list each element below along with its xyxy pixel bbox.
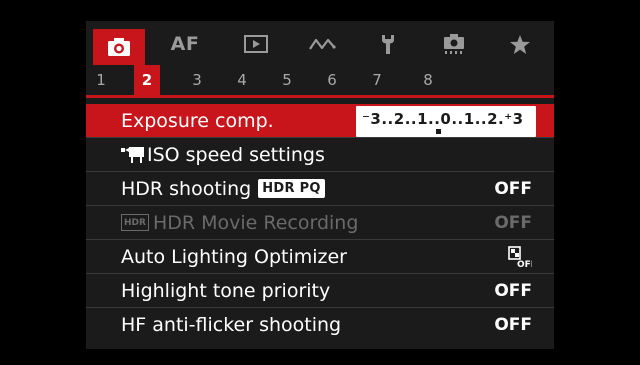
- highlight-tone-value: OFF: [494, 280, 532, 301]
- tab-divider: [86, 95, 554, 98]
- alo-off-text: OFF: [517, 260, 532, 268]
- tab-custom-functions[interactable]: [428, 27, 480, 61]
- hdr-movie-label-group: HDR HDR Movie Recording: [121, 212, 358, 234]
- tab-af-label: AF: [170, 33, 200, 55]
- page-tab-3[interactable]: 3: [184, 65, 210, 95]
- highlight-tone-label: Highlight tone priority: [121, 279, 331, 302]
- wrench-icon: [382, 35, 394, 54]
- page-tab-6[interactable]: 6: [319, 65, 345, 95]
- page-tabs: 1 2 3 4 5 6 7 8: [86, 65, 554, 95]
- menu-item-auto-lighting-optimizer[interactable]: Auto Lighting Optimizer OFF: [86, 240, 554, 273]
- row-separator: [86, 239, 554, 240]
- hf-anti-flicker-value: OFF: [494, 314, 532, 335]
- exposure-level-marker: [436, 129, 441, 134]
- row-separator: [86, 171, 554, 172]
- page-tab-8[interactable]: 8: [415, 65, 441, 95]
- page-tab-1[interactable]: 1: [88, 65, 114, 95]
- page-tab-5[interactable]: 5: [274, 65, 300, 95]
- hdr-shooting-value: OFF: [494, 178, 532, 199]
- tab-shooting[interactable]: [93, 29, 145, 65]
- page-tab-2[interactable]: 2: [134, 65, 160, 95]
- tab-setup[interactable]: [362, 27, 414, 61]
- hdr-movie-label: HDR Movie Recording: [152, 211, 359, 234]
- camera-icon: [108, 38, 130, 56]
- tab-wireless[interactable]: [296, 27, 348, 61]
- menu-tabs: AF: [86, 21, 554, 65]
- hdr-pq-badge: HDR PQ: [258, 179, 325, 198]
- exposure-scale-text: ⁻3..2..1..0..1..2.⁺3: [362, 110, 524, 128]
- alo-label: Auto Lighting Optimizer: [121, 245, 347, 268]
- menu-item-hf-anti-flicker[interactable]: HF anti-flicker shooting OFF: [86, 308, 554, 341]
- exposure-scale: ⁻3..2..1..0..1..2.⁺3: [356, 106, 536, 137]
- movie-camera-icon: [121, 146, 144, 163]
- row-separator: [86, 137, 554, 138]
- row-separator: [86, 205, 554, 206]
- wireless-icon: [309, 38, 336, 50]
- shooting-menu: AF 1 2 3 4 5 6 7 8 Exposure comp. ⁻3..2.…: [86, 21, 554, 349]
- menu-item-hdr-shooting[interactable]: HDR shooting HDR PQ OFF: [86, 172, 554, 205]
- custom-camera-icon: [444, 34, 464, 54]
- row-separator: [86, 307, 554, 308]
- menu-item-exposure-comp[interactable]: Exposure comp. ⁻3..2..1..0..1..2.⁺3: [86, 104, 554, 137]
- row-separator: [86, 273, 554, 274]
- hf-anti-flicker-label: HF anti-flicker shooting: [121, 313, 342, 336]
- menu-item-hdr-movie-recording: HDR HDR Movie Recording OFF: [86, 206, 554, 239]
- menu-item-iso-speed[interactable]: ISO speed settings: [86, 138, 554, 171]
- camera-screen: AF 1 2 3 4 5 6 7 8 Exposure comp. ⁻3..2.…: [0, 0, 640, 365]
- iso-speed-label: ISO speed settings: [147, 143, 325, 166]
- star-icon: [510, 34, 530, 54]
- menu-item-highlight-tone-priority[interactable]: Highlight tone priority OFF: [86, 274, 554, 307]
- alo-off-icon: OFF: [508, 246, 532, 268]
- hdr-shooting-label-group: HDR shooting HDR PQ: [121, 178, 325, 200]
- hdr-shooting-label: HDR shooting: [121, 177, 252, 200]
- hdr-movie-value: OFF: [494, 212, 532, 233]
- hdr-movie-icon: HDR: [121, 214, 149, 231]
- tab-my-menu[interactable]: [494, 27, 546, 61]
- page-tab-4[interactable]: 4: [229, 65, 255, 95]
- page-tab-7[interactable]: 7: [364, 65, 390, 95]
- tab-playback[interactable]: [230, 27, 282, 61]
- iso-speed-label-group: ISO speed settings: [121, 144, 325, 166]
- tab-af[interactable]: AF: [159, 27, 211, 61]
- play-icon: [244, 35, 268, 53]
- exposure-comp-label: Exposure comp.: [121, 109, 274, 132]
